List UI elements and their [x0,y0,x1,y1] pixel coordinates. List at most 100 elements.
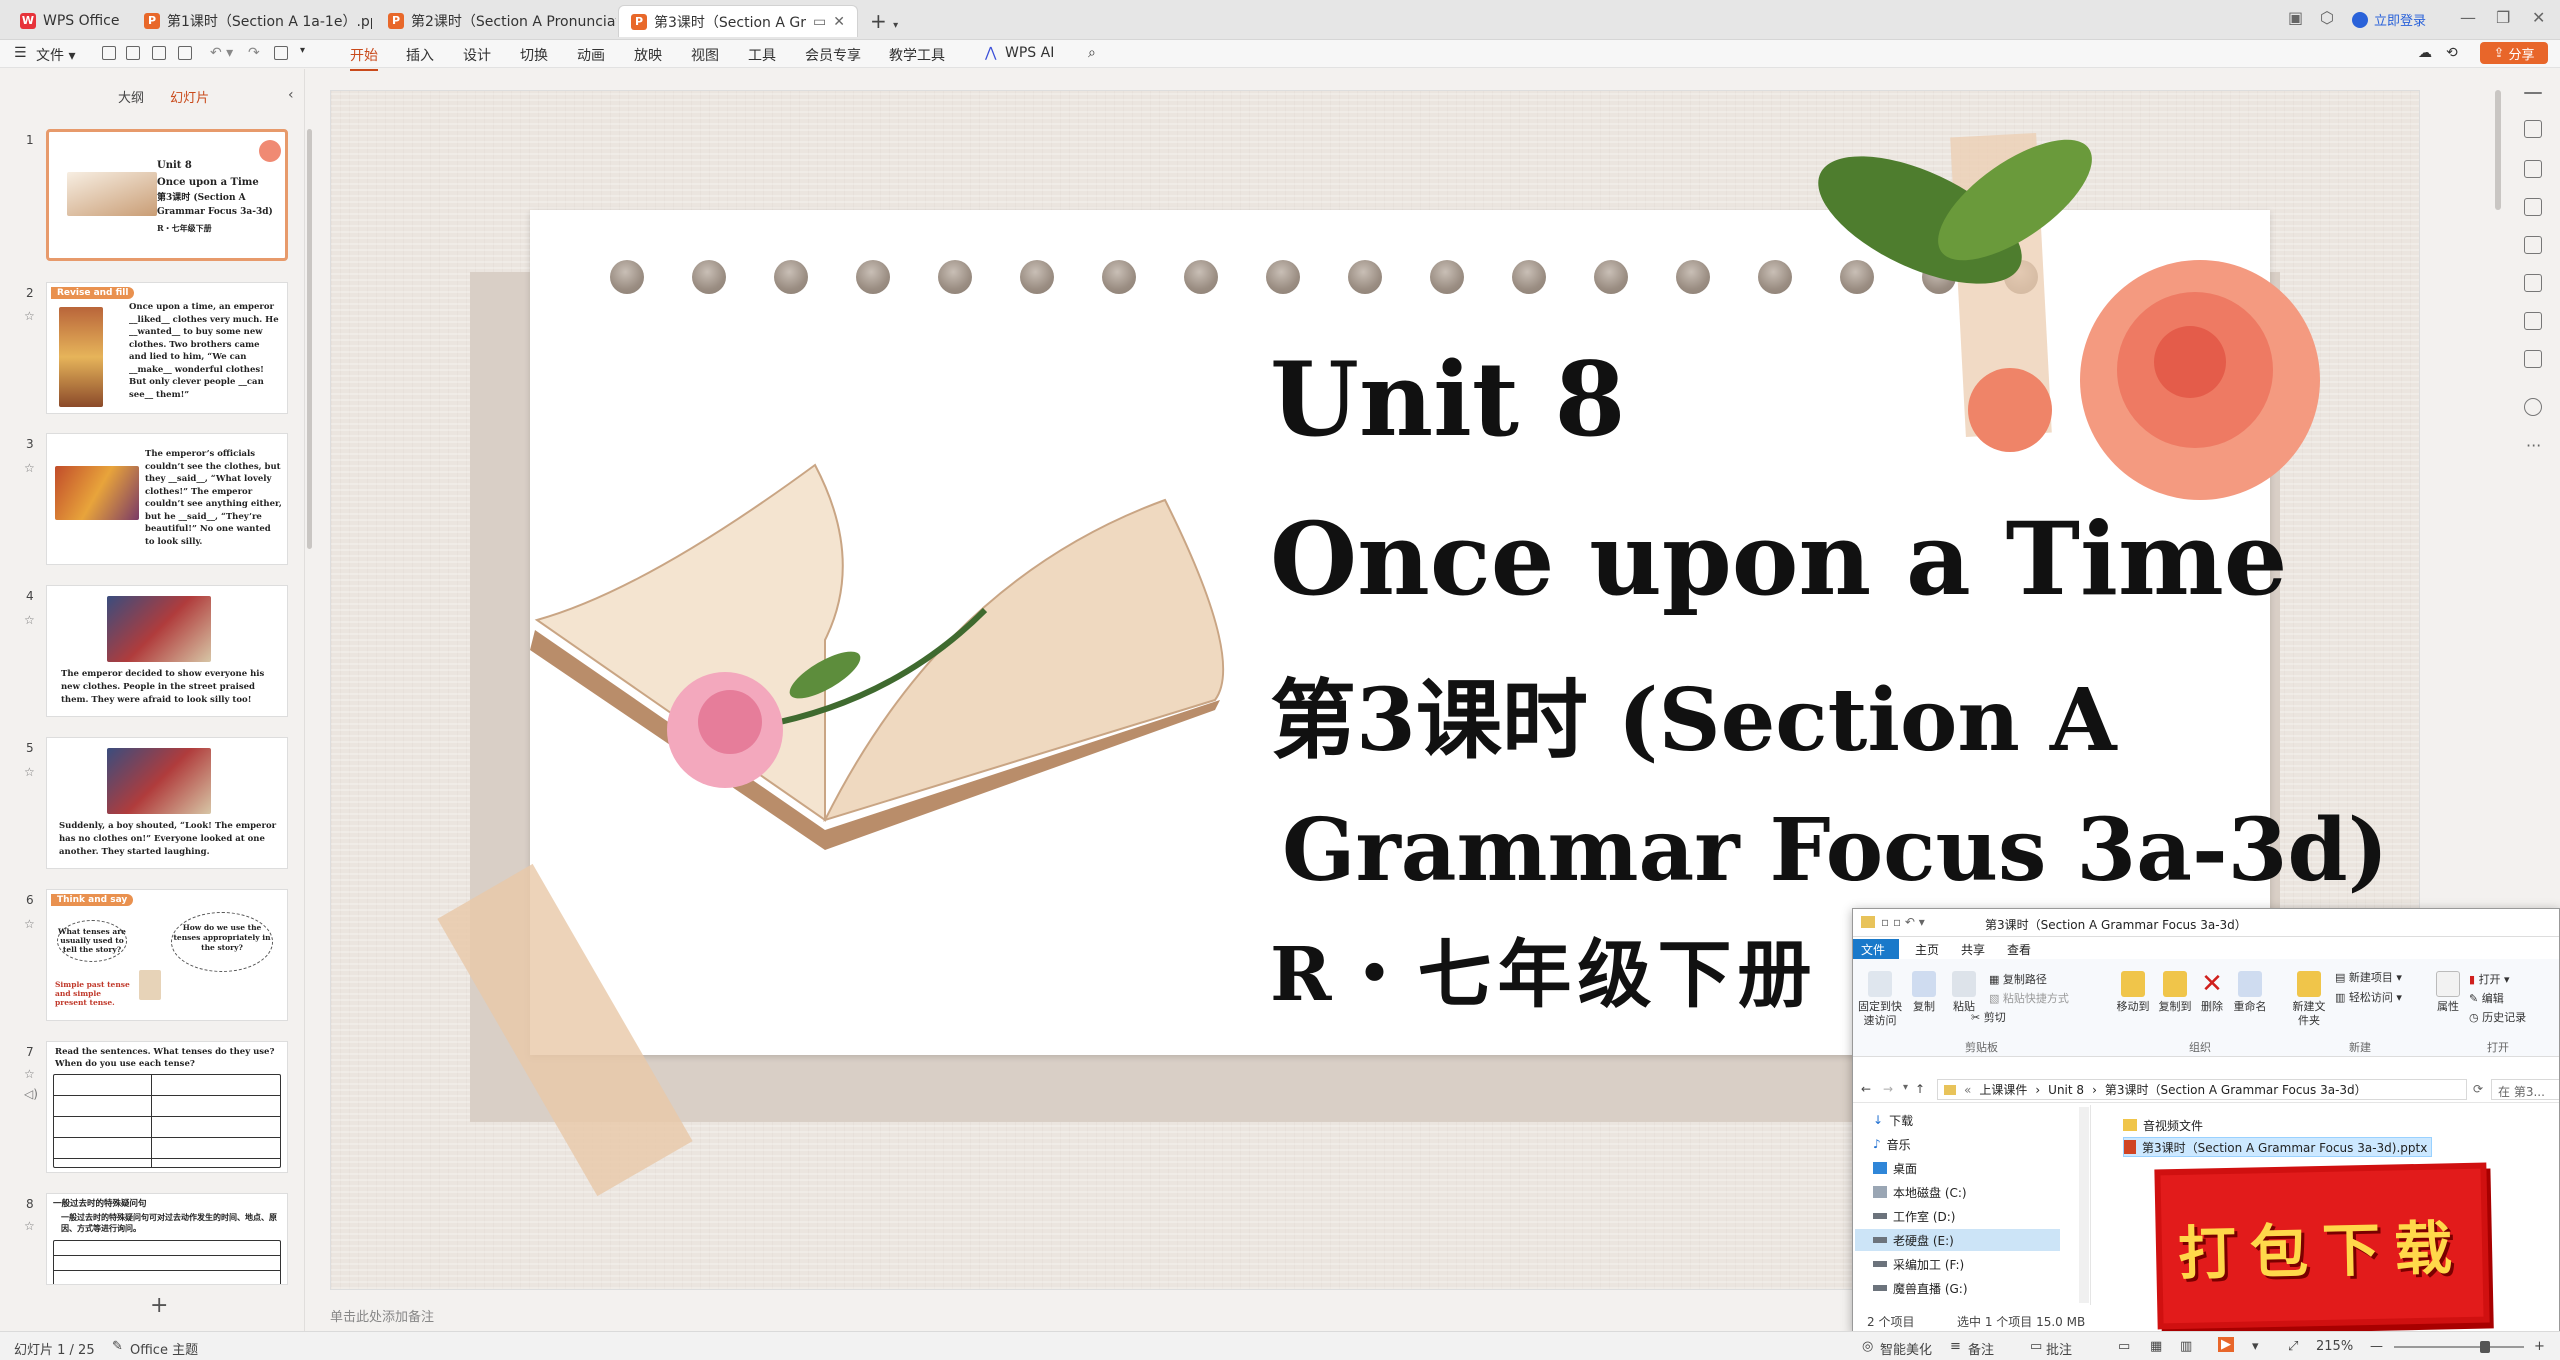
slide-title-unit[interactable]: Unit 8 [1270,340,1625,460]
slide-thumbnail-4[interactable]: The emperor decided to show everyone his… [46,585,288,717]
path-box[interactable]: « 上课课件 › Unit 8 › 第3课时（Section A Grammar F… [1937,1079,2467,1100]
add-slide-icon[interactable]: + [150,1293,168,1318]
paste-shortcut-button[interactable]: ▧ 粘贴快捷方式 [1989,992,2069,1006]
tab-document-1[interactable]: P 第1课时（Section A 1a-1e）.pptx [132,5,372,37]
minus-icon[interactable] [2524,92,2542,94]
audio-icon[interactable]: ◁) [24,1087,38,1101]
menu-slideshow[interactable]: 放映 [634,45,662,65]
star-icon[interactable]: ☆ [24,1067,35,1081]
up-icon[interactable]: ↑ [1915,1082,1925,1096]
theme-icon[interactable]: ✎ [112,1339,123,1354]
open-button[interactable]: ▮ 打开 ▾ [2469,973,2510,987]
nav-item-selected[interactable]: 老硬盘 (E:) [1855,1229,2060,1251]
theme-name[interactable]: Office 主题 [130,1339,198,1358]
slide-thumbnail-5[interactable]: Suddenly, a boy shouted, “Look! The empe… [46,737,288,869]
new-folder-button[interactable]: 新建文件夹 [2289,971,2329,1028]
share-button[interactable]: ⇪ 分享 [2480,42,2548,64]
edit-button[interactable]: ✎ 编辑 [2469,992,2504,1006]
smart-beautify-icon[interactable]: ◎ [1862,1339,1873,1354]
more-quick-icon[interactable]: ▾ [300,45,305,56]
zoom-slider[interactable] [2394,1346,2524,1348]
zoom-level[interactable]: 215% [2316,1339,2353,1354]
nav-item[interactable]: 采编加工 (F:) [1873,1253,1964,1275]
menu-hamburger-icon[interactable]: ☰ [14,45,27,61]
restore-icon[interactable]: ❐ [2496,8,2510,27]
notes-icon[interactable]: ≡ [1950,1339,1961,1354]
nav-item[interactable]: 本地磁盘 (C:) [1873,1181,1967,1203]
nav-item[interactable]: 魔兽直播 (G:) [1873,1277,1968,1299]
comment-icon[interactable]: ▭ [2030,1339,2042,1354]
layers-icon[interactable] [2524,350,2542,368]
copy-to-button[interactable]: 复制到 [2157,971,2193,1014]
print-icon[interactable] [152,46,166,60]
pin-quick-access-button[interactable]: 固定到快速访问 [1857,971,1903,1028]
image-icon[interactable] [2524,236,2542,254]
new-item-button[interactable]: ▤ 新建项目 ▾ [2335,971,2402,985]
zoom-dropdown-icon[interactable]: ▾ [2252,1339,2259,1354]
slide-thumbnail-8[interactable]: 一般过去时的特殊疑问句 一般过去时的特殊疑问句可对过去动作发生的时间、地点、原因… [46,1193,288,1285]
ribbon-tab-view[interactable]: 查看 [1999,939,2039,959]
cloud-icon[interactable]: ☁ [2418,45,2432,61]
wps-ai-icon[interactable]: ⋀ [985,45,996,61]
path-overflow-icon[interactable]: « [1964,1083,1971,1097]
magic-icon[interactable] [2524,274,2542,292]
menu-transition[interactable]: 切换 [520,45,548,65]
quick-access-toolbar[interactable]: ▫ ▫ ↶ ▾ [1881,915,1925,929]
back-icon[interactable]: ← [1861,1082,1871,1096]
format-painter-icon[interactable] [274,46,288,60]
nav-item[interactable]: 工作室 (D:) [1873,1205,1955,1227]
print-preview-icon[interactable] [178,46,192,60]
refresh-icon[interactable]: ⟳ [2473,1082,2483,1096]
tab-wps-office[interactable]: W WPS Office [8,5,138,37]
normal-view-icon[interactable]: ▭ [2118,1339,2130,1354]
tab-slides[interactable]: 幻灯片 [170,91,209,106]
more-icon[interactable]: ··· [2526,436,2541,455]
help-icon[interactable] [2524,398,2542,416]
slide-subtitle-lesson[interactable]: 第3课时 (Section A [1270,650,2117,775]
menu-tools[interactable]: 工具 [748,45,776,65]
menu-member[interactable]: 会员专享 [805,45,861,65]
star-icon[interactable]: ☆ [24,613,35,627]
layout-icon[interactable]: ▣ [2288,8,2303,27]
file-item-pptx-selected[interactable]: 第3课时（Section A Grammar Focus 3a-3d).pptx [2123,1137,2433,1157]
panel-scrollbar[interactable] [307,129,312,549]
ribbon-tab-home[interactable]: 主页 [1907,939,1947,959]
cut-button[interactable]: ✂ 剪切 [1971,1011,2006,1025]
menu-home[interactable]: 开始 [350,45,378,71]
search-icon[interactable]: ⌕ [1088,45,1096,61]
slide-thumbnail-2[interactable]: Revise and fill Once upon a time, an emp… [46,282,288,414]
menu-design[interactable]: 设计 [463,45,491,65]
book-icon[interactable] [2524,312,2542,330]
slide-thumbnail-7[interactable]: Read the sentences. What tenses do they … [46,1041,288,1173]
copy-path-button[interactable]: ▦ 复制路径 [1989,973,2047,987]
breadcrumb-part[interactable]: Unit 8 [2048,1083,2084,1097]
rename-button[interactable]: 重命名 [2231,971,2269,1014]
tab-document-2[interactable]: P 第2课时（Section A Pronunciation [376,5,616,37]
close-window-icon[interactable]: ✕ [2532,8,2545,27]
download-package-banner[interactable]: 打包下载 [2160,1168,2484,1324]
properties-button[interactable]: 属性 [2433,971,2463,1014]
nav-item[interactable]: ↓ 下载 [1873,1109,1913,1131]
nav-scrollbar[interactable] [2079,1107,2089,1303]
star-icon[interactable]: ☆ [24,309,35,323]
menu-teaching-tools[interactable]: 教学工具 [889,45,945,65]
slide-thumbnail-6[interactable]: Think and say What tenses are usually us… [46,889,288,1021]
move-to-button[interactable]: 移动到 [2115,971,2151,1014]
forward-icon[interactable]: → [1883,1082,1893,1096]
easy-access-button[interactable]: ▥ 轻松访问 ▾ [2335,991,2402,1005]
reading-view-icon[interactable]: ▥ [2180,1339,2192,1354]
star-icon[interactable]: ☆ [24,1219,35,1233]
minimize-icon[interactable]: — [2460,8,2476,27]
menu-wps-ai[interactable]: WPS AI [1005,45,1054,61]
star-icon[interactable]: ☆ [24,917,35,931]
collapse-panel-icon[interactable]: ‹ [288,87,294,103]
notes-area[interactable]: 单击此处添加备注 [330,1306,434,1325]
cube-icon[interactable]: ⬡ [2320,8,2334,27]
nav-item[interactable]: 桌面 [1873,1157,1917,1179]
comment-button[interactable]: 批注 [2046,1339,2072,1358]
slide-subtitle-focus[interactable]: Grammar Focus 3a-3d) [1282,800,2388,901]
window-icon[interactable]: ▭ [813,14,826,30]
undo-icon[interactable]: ↶ ▾ [210,45,233,61]
history-button[interactable]: ◷ 历史记录 [2469,1011,2526,1025]
copy-button[interactable]: 复制 [1907,971,1941,1014]
